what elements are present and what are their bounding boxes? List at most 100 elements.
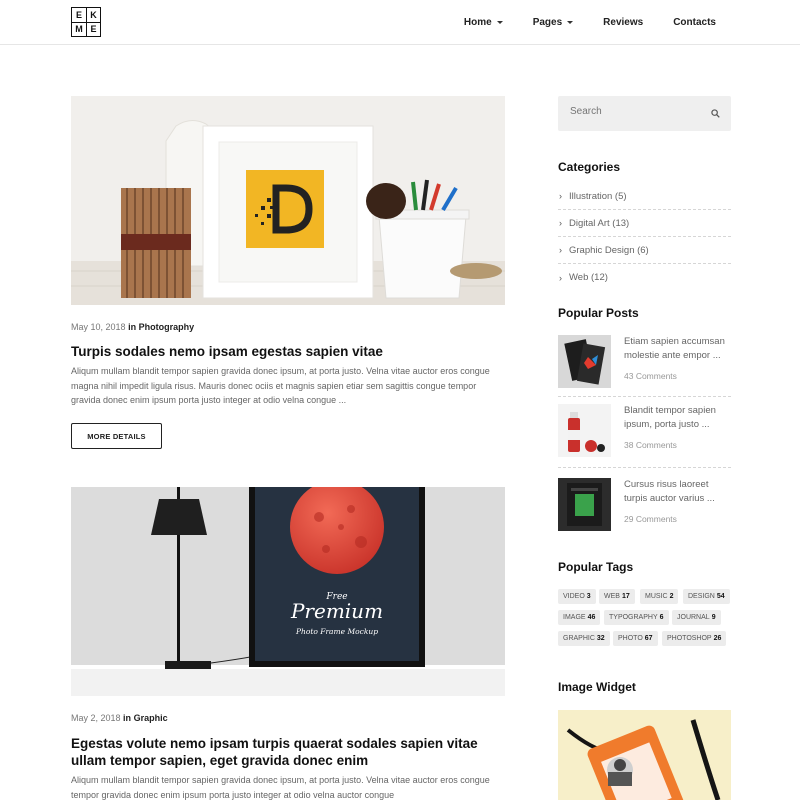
popular-post-comments: 43 Comments [624, 371, 677, 381]
post-date: May 10, 2018 [71, 322, 126, 332]
post-title[interactable]: Egestas volute nemo ipsam turpis quaerat… [71, 735, 505, 769]
tag-count: 46 [587, 614, 596, 621]
tag-name: VIDEO [563, 593, 585, 600]
tag-item[interactable]: GRAPHIC 32 [558, 631, 610, 646]
tag-item[interactable]: VIDEO 3 [558, 589, 596, 604]
popular-post-thumbnail[interactable] [558, 335, 611, 388]
tag-count: 67 [644, 635, 653, 642]
search-box [558, 96, 731, 131]
tag-count: 17 [621, 593, 630, 600]
search-input[interactable] [570, 106, 700, 117]
tag-name: JOURNAL [677, 614, 710, 621]
logo-letter: E [86, 22, 101, 37]
category-label: Web (12) [569, 272, 608, 283]
post-image-illustration [71, 96, 505, 305]
popular-post-title[interactable]: Cursus risus laoreet turpis auctor variu… [624, 478, 734, 506]
tag-count: 6 [659, 614, 664, 621]
popular-post-thumbnail[interactable] [558, 478, 611, 531]
category-label: Graphic Design (6) [569, 244, 649, 256]
tag-count: 2 [669, 593, 674, 600]
post-title[interactable]: Turpis sodales nemo ipsam egestas sapien… [71, 343, 505, 360]
poster-text-subtitle: Photo Frame Mockup [295, 627, 378, 636]
post-in-word: in [123, 713, 132, 723]
post-meta: May 2, 2018 in Graphic [71, 713, 168, 723]
nav-item-contacts[interactable]: Contacts [673, 17, 716, 28]
tag-item[interactable]: JOURNAL 9 [672, 610, 721, 625]
post-image-frame-mockup[interactable] [71, 96, 505, 305]
post-excerpt: Aliqum mullam blandit tempor sapien grav… [71, 775, 490, 800]
post-excerpt: Aliqum mullam blandit tempor sapien grav… [71, 366, 490, 405]
popular-post-title[interactable]: Blandit tempor sapien ipsum, porta justo… [624, 404, 734, 432]
tag-name: PHOTO [618, 635, 643, 642]
post-date: May 2, 2018 [71, 713, 121, 723]
category-item[interactable]: › Digital Art (13) [558, 210, 731, 237]
caret-down-icon [567, 21, 574, 24]
thumbnail-tags-image [558, 335, 611, 388]
post-image-poster-mockup[interactable]: Free Premium Photo Frame Mockup [71, 487, 505, 696]
category-item[interactable]: › Graphic Design (6) [558, 237, 731, 264]
nav-item-home[interactable]: Home [464, 17, 503, 28]
tag-item[interactable]: MUSIC 2 [640, 589, 679, 604]
thumbnail-package-image [558, 478, 611, 531]
tag-item[interactable]: PHOTOSHOP 26 [662, 631, 727, 646]
tag-count: 32 [596, 635, 605, 642]
image-widget-title: Image Widget [558, 680, 636, 694]
divider [558, 396, 731, 397]
tag-count: 54 [716, 593, 725, 600]
tag-name: PHOTOSHOP [667, 635, 712, 642]
post-category-link[interactable]: Graphic [134, 713, 168, 723]
logo-letter: E [71, 7, 86, 22]
poster-text-premium: Premium [290, 599, 383, 623]
nav-label: Reviews [603, 17, 644, 28]
popular-tags-title: Popular Tags [558, 560, 634, 574]
chevron-right-icon: › [559, 218, 562, 228]
nav-label: Pages [532, 17, 563, 28]
popular-post-thumbnail[interactable] [558, 404, 611, 457]
category-label: Digital Art (13) [569, 217, 630, 229]
tag-count: 3 [586, 593, 591, 600]
tag-count: 26 [713, 635, 722, 642]
chevron-right-icon: › [559, 245, 562, 255]
more-details-button[interactable]: MORE DETAILS [71, 423, 162, 449]
logo-letter: M [71, 22, 86, 37]
nav-item-pages[interactable]: Pages [532, 17, 574, 28]
popular-post-title[interactable]: Etiam sapien accumsan molestie ante empo… [624, 335, 734, 363]
category-item[interactable]: › Illustration (5) [558, 183, 731, 210]
tag-name: TYPOGRAPHY [609, 614, 658, 621]
post-image-illustration: Free Premium Photo Frame Mockup [71, 487, 505, 696]
main-nav: Home Pages Reviews Contacts [434, 0, 716, 45]
tag-item[interactable]: WEB 17 [599, 589, 635, 604]
badge-mockup-image [558, 710, 731, 800]
post-category-link[interactable]: Photography [139, 322, 195, 332]
thumbnail-bottle-image [558, 404, 611, 457]
popular-post[interactable]: Etiam sapien accumsan molestie ante empo… [558, 335, 731, 388]
tag-name: IMAGE [563, 614, 586, 621]
tag-name: WEB [604, 593, 620, 600]
tag-name: MUSIC [645, 593, 668, 600]
divider [558, 467, 731, 468]
tag-name: DESIGN [688, 593, 715, 600]
logo-letter: K [86, 7, 101, 22]
popular-post-comments: 38 Comments [624, 440, 677, 450]
popular-post-comments: 29 Comments [624, 514, 677, 524]
site-logo[interactable]: E K M E [71, 7, 101, 37]
category-item[interactable]: › Web (12) [558, 264, 731, 291]
tag-item[interactable]: PHOTO 67 [613, 631, 658, 646]
post-meta: May 10, 2018 in Photography [71, 322, 194, 332]
image-widget[interactable] [558, 710, 731, 800]
search-icon[interactable] [711, 109, 720, 118]
popular-posts-title: Popular Posts [558, 306, 639, 320]
nav-label: Contacts [673, 17, 716, 28]
caret-down-icon [496, 21, 503, 24]
chevron-right-icon: › [559, 272, 562, 283]
nav-label: Home [463, 17, 492, 28]
tag-item[interactable]: DESIGN 54 [683, 589, 730, 604]
popular-post[interactable]: Cursus risus laoreet turpis auctor variu… [558, 478, 731, 531]
category-label: Illustration (5) [569, 190, 627, 202]
popular-post[interactable]: Blandit tempor sapien ipsum, porta justo… [558, 404, 731, 457]
tag-item[interactable]: TYPOGRAPHY 6 [604, 610, 669, 625]
categories-title: Categories [558, 160, 621, 174]
nav-item-reviews[interactable]: Reviews [603, 17, 643, 28]
tag-count: 9 [711, 614, 716, 621]
tag-item[interactable]: IMAGE 46 [558, 610, 601, 625]
